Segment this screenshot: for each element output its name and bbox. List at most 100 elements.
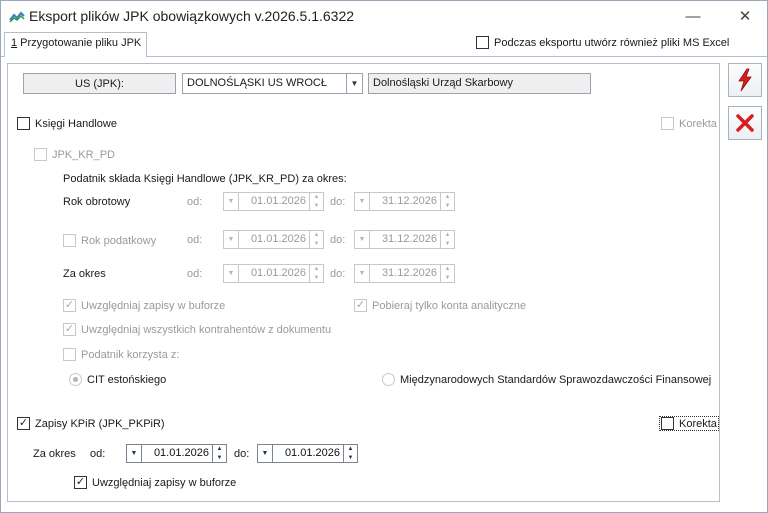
taxpayer-uses-option[interactable]: Podatnik korzysta z: (63, 348, 179, 361)
kh-correction-label: Korekta (679, 117, 717, 130)
export-button[interactable] (728, 63, 762, 97)
msr-radio-button[interactable] (382, 373, 395, 386)
kpir-bufor-option[interactable]: ✓ Uwzględniaj zapisy w buforze (74, 476, 236, 489)
kh-period-text: Podatnik składa Księgi Handlowe (JPK_KR_… (63, 173, 347, 185)
jpk-kr-pd-label: JPK_KR_PD (52, 148, 115, 161)
kpir-correction-checkbox[interactable] (661, 417, 674, 430)
all-contractors-checkbox[interactable]: ✓ (63, 323, 76, 336)
za-okres-label: Za okres (63, 268, 106, 280)
excel-option-label: Podczas eksportu utwórz również pliki MS… (494, 36, 730, 49)
kh-correction[interactable]: Korekta (661, 117, 717, 130)
chevron-down-icon[interactable]: ▼ (346, 74, 362, 93)
kh-correction-checkbox[interactable] (661, 117, 674, 130)
kh-bufor-label: Uwzględniaj zapisy w buforze (81, 299, 226, 312)
kh-bufor-checkbox[interactable]: ✓ (63, 299, 76, 312)
spin-icon[interactable]: ▲ ▼ (309, 231, 323, 248)
us-select-value: DOLNOŚLĄSKI US WROCŁ (187, 77, 327, 89)
tab-prepare-jpk[interactable]: 1 Przygotowanie pliku JPK (4, 32, 147, 57)
cit-radio[interactable]: CIT estońskiego (69, 373, 166, 386)
spin-icon[interactable]: ▲ ▼ (440, 265, 454, 282)
msr-radio[interactable]: Międzynarodowych Standardów Sprawozdawcz… (382, 373, 711, 386)
spin-icon[interactable]: ▲ ▼ (309, 265, 323, 282)
chevron-down-icon[interactable]: ▼ (127, 445, 142, 462)
window-title: Eksport plików JPK obowiązkowych v.2026.… (29, 8, 355, 24)
chevron-down-icon[interactable]: ▼ (224, 265, 239, 282)
red-x-icon (736, 114, 754, 132)
spin-icon[interactable]: ▲ ▼ (309, 193, 323, 210)
rok-obrotowy-label: Rok obrotowy (63, 196, 131, 208)
msr-radio-label: Międzynarodowych Standardów Sprawozdawcz… (400, 373, 712, 386)
kh-checkbox[interactable] (17, 117, 30, 130)
rok-obrotowy-from-date[interactable]: ▼ 01.01.2026 ▲ ▼ (223, 192, 324, 211)
kpir-correction[interactable]: Korekta (659, 416, 719, 431)
excel-option[interactable]: Podczas eksportu utwórz również pliki MS… (476, 36, 729, 49)
rok-podatkowy-from-date[interactable]: ▼ 01.01.2026 ▲ ▼ (223, 230, 324, 249)
kpir-label: Zapisy KPiR (JPK_PKPiR) (35, 417, 165, 430)
spin-icon[interactable]: ▲ ▼ (440, 231, 454, 248)
kh-bufor-option[interactable]: ✓ Uwzględniaj zapisy w buforze (63, 299, 225, 312)
export-jpk-window: Eksport plików JPK obowiązkowych v.2026.… (0, 0, 768, 513)
kpir-from-date[interactable]: ▼ 01.01.2026 ▲ ▼ (126, 444, 227, 463)
title-bar: Eksport plików JPK obowiązkowych v.2026.… (1, 1, 767, 33)
kpir-do-label: do: (234, 448, 250, 460)
spin-icon[interactable]: ▲ ▼ (343, 445, 357, 462)
od-label: od: (187, 268, 203, 280)
cit-radio-button[interactable] (69, 373, 82, 386)
rok-podatkowy-to-value: 31.12.2026 (381, 233, 437, 245)
kpir-od-label: od: (90, 448, 106, 460)
do-label: do: (330, 268, 346, 280)
chevron-down-icon[interactable]: ▼ (355, 193, 370, 210)
rok-podatkowy-label: Rok podatkowy (81, 234, 157, 247)
kpir-from-value: 01.01.2026 (153, 447, 209, 459)
do-label: do: (330, 196, 346, 208)
chevron-down-icon[interactable]: ▼ (224, 193, 239, 210)
jpk-kr-pd-checkbox[interactable] (34, 148, 47, 161)
do-label: do: (330, 234, 346, 246)
cit-radio-label: CIT estońskiego (87, 373, 167, 386)
tab-label: Przygotowanie pliku JPK (17, 37, 142, 49)
rok-podatkowy-to-date[interactable]: ▼ 31.12.2026 ▲ ▼ (354, 230, 455, 249)
rok-podatkowy-checkbox[interactable] (63, 234, 76, 247)
spin-icon[interactable]: ▲ ▼ (440, 193, 454, 210)
chevron-down-icon[interactable]: ▼ (355, 231, 370, 248)
rok-obrotowy-to-date[interactable]: ▼ 31.12.2026 ▲ ▼ (354, 192, 455, 211)
rok-obrotowy-from-value: 01.01.2026 (250, 195, 306, 207)
taxpayer-uses-checkbox[interactable] (63, 348, 76, 361)
all-contractors-option[interactable]: ✓ Uwzględniaj wszystkich kontrahentów z … (63, 323, 331, 336)
kpir-option[interactable]: ✓ Zapisy KPiR (JPK_PKPiR) (17, 417, 165, 430)
excel-checkbox[interactable] (476, 36, 489, 49)
kpir-bufor-checkbox[interactable]: ✓ (74, 476, 87, 489)
analytic-accounts-checkbox[interactable]: ✓ (354, 299, 367, 312)
za-okres-to-date[interactable]: ▼ 31.12.2026 ▲ ▼ (354, 264, 455, 283)
rok-obrotowy-to-value: 31.12.2026 (381, 195, 437, 207)
za-okres-from-value: 01.01.2026 (250, 267, 306, 279)
jpk-kr-pd-option[interactable]: JPK_KR_PD (34, 148, 115, 161)
chevron-down-icon[interactable]: ▼ (224, 231, 239, 248)
spin-icon[interactable]: ▲ ▼ (212, 445, 226, 462)
analytic-accounts-option[interactable]: ✓ Pobieraj tylko konta analityczne (354, 299, 526, 312)
us-label: US (JPK): (23, 73, 176, 94)
lightning-icon (738, 68, 752, 92)
chevron-down-icon[interactable]: ▼ (258, 445, 273, 462)
us-select[interactable]: DOLNOŚLĄSKI US WROCŁ ▼ (182, 73, 363, 94)
kh-option[interactable]: Księgi Handlowe (17, 117, 117, 130)
od-label: od: (187, 234, 203, 246)
za-okres-from-date[interactable]: ▼ 01.01.2026 ▲ ▼ (223, 264, 324, 283)
minimize-button[interactable]: — (673, 3, 713, 29)
kh-label: Księgi Handlowe (35, 117, 117, 130)
kpir-period-label: Za okres (33, 448, 76, 460)
rok-podatkowy-from-value: 01.01.2026 (250, 233, 306, 245)
kpir-correction-label: Korekta (679, 417, 717, 430)
chevron-down-icon[interactable]: ▼ (355, 265, 370, 282)
kpir-checkbox[interactable]: ✓ (17, 417, 30, 430)
rok-podatkowy-option[interactable]: Rok podatkowy (63, 234, 156, 247)
all-contractors-label: Uwzględniaj wszystkich kontrahentów z do… (81, 323, 332, 336)
kpir-to-date[interactable]: ▼ 01.01.2026 ▲ ▼ (257, 444, 358, 463)
cancel-button[interactable] (728, 106, 762, 140)
app-icon (9, 11, 25, 23)
taxpayer-uses-label: Podatnik korzysta z: (81, 348, 180, 361)
od-label: od: (187, 196, 203, 208)
analytic-accounts-label: Pobieraj tylko konta analityczne (372, 299, 527, 312)
kpir-bufor-label: Uwzględniaj zapisy w buforze (92, 476, 237, 489)
close-button[interactable]: ✕ (725, 3, 765, 29)
